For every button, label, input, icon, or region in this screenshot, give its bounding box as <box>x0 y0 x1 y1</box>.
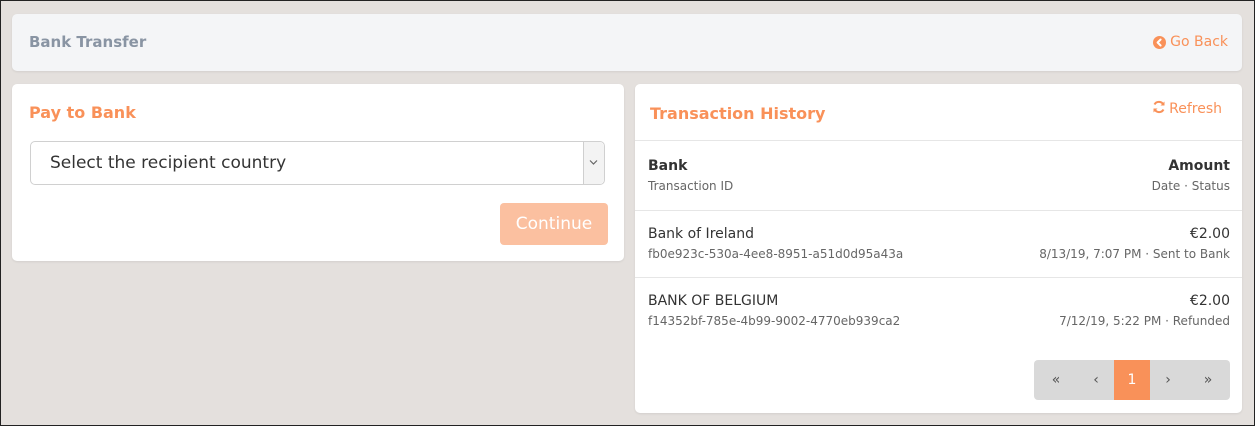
row-amount: €2.00 <box>1189 226 1230 242</box>
recipient-country-select[interactable]: Select the recipient country <box>30 141 605 185</box>
page-title: Bank Transfer <box>29 33 147 51</box>
row-transaction-id: f14352bf-785e-4b99-9002-4770eb939ca2 <box>648 314 901 328</box>
refresh-icon <box>1152 100 1166 118</box>
table-header-row: Bank Transaction ID Amount Date · Status <box>635 142 1242 208</box>
go-back-link[interactable]: Go Back <box>1153 34 1228 50</box>
table-row[interactable]: BANK OF BELGIUM f14352bf-785e-4b99-9002-… <box>635 277 1242 343</box>
row-amount: €2.00 <box>1189 293 1230 309</box>
pagination-next-button[interactable]: › <box>1150 360 1186 400</box>
go-back-label: Go Back <box>1170 34 1228 50</box>
row-bank: BANK OF BELGIUM <box>648 293 779 309</box>
pay-to-bank-title: Pay to Bank <box>29 103 136 122</box>
column-header-bank: Bank <box>648 158 688 174</box>
column-header-transaction-id: Transaction ID <box>648 179 734 193</box>
pay-to-bank-panel: Pay to Bank Select the recipient country… <box>12 84 624 261</box>
pagination: « ‹ 1 › » <box>1034 360 1230 400</box>
pagination-last-button[interactable]: » <box>1186 360 1230 400</box>
recipient-country-value: Select the recipient country <box>50 153 287 173</box>
pagination-prev-button[interactable]: ‹ <box>1078 360 1114 400</box>
row-date-status: 8/13/19, 7:07 PM · Sent to Bank <box>1039 247 1230 261</box>
column-header-amount: Amount <box>1168 158 1230 174</box>
refresh-button[interactable]: Refresh <box>1152 100 1222 118</box>
page-header: Bank Transfer Go Back <box>12 14 1242 71</box>
transaction-history-panel: Transaction History Refresh Bank Transac… <box>635 84 1242 413</box>
divider <box>635 140 1242 141</box>
pagination-first-button[interactable]: « <box>1034 360 1078 400</box>
row-bank: Bank of Ireland <box>648 226 754 242</box>
refresh-label: Refresh <box>1169 101 1222 117</box>
transaction-history-title: Transaction History <box>650 104 826 123</box>
column-header-date-status: Date · Status <box>1151 179 1230 193</box>
table-row[interactable]: Bank of Ireland fb0e923c-530a-4ee8-8951-… <box>635 210 1242 276</box>
chevron-circle-left-icon <box>1153 35 1167 49</box>
row-date-status: 7/12/19, 5:22 PM · Refunded <box>1059 314 1230 328</box>
row-transaction-id: fb0e923c-530a-4ee8-8951-a51d0d95a43a <box>648 247 904 261</box>
continue-button[interactable]: Continue <box>500 203 608 245</box>
pagination-page-1[interactable]: 1 <box>1114 360 1150 400</box>
chevron-down-icon <box>583 142 604 184</box>
